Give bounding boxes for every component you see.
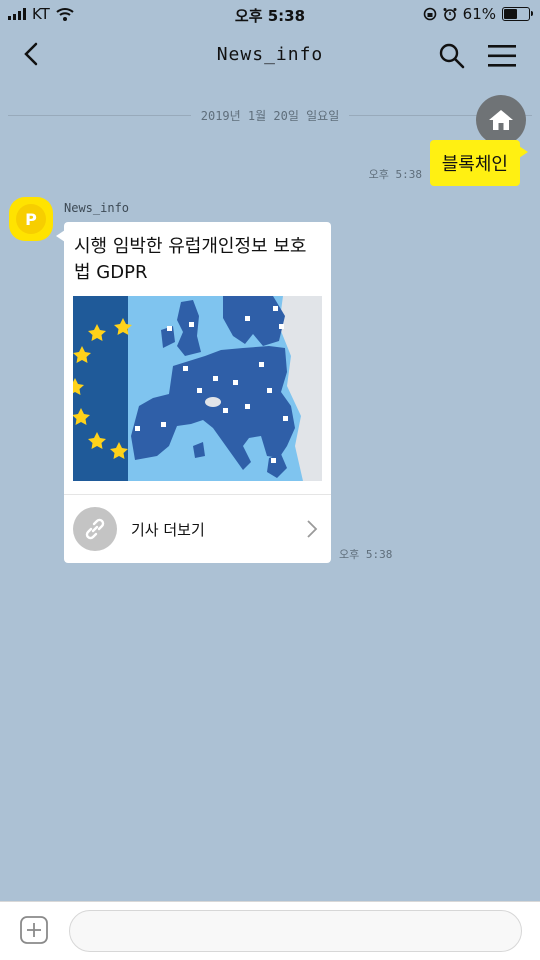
chevron-right-icon: [307, 520, 318, 538]
avatar[interactable]: P: [9, 197, 53, 241]
my-message-time: 오후 5:38: [368, 168, 422, 181]
message-input-bar: [0, 901, 540, 960]
home-icon: [489, 110, 513, 130]
avatar-letter: P: [16, 204, 46, 234]
my-message-bubble[interactable]: 블록체인: [429, 140, 529, 186]
read-more-label: 기사 더보기: [131, 521, 205, 539]
date-divider: 2019년 1월 20일 일요일: [8, 105, 532, 125]
alarm-icon: [443, 8, 457, 21]
message-input[interactable]: [69, 910, 522, 952]
link-icon: [73, 507, 117, 551]
eu-map-image[interactable]: [73, 296, 322, 481]
news-card-title: 시행 임박한 유럽개인정보 보호법 GDPR: [74, 236, 307, 283]
read-more-link[interactable]: 기사 더보기: [64, 495, 331, 563]
chat-header: News_info: [0, 28, 540, 84]
news-card[interactable]: 시행 임박한 유럽개인정보 보호법 GDPR 기사 더보기: [56, 222, 331, 563]
add-attachment-icon[interactable]: [20, 916, 48, 944]
status-bar: KT 오후 5:38 61%: [0, 0, 540, 28]
search-icon[interactable]: [438, 42, 466, 70]
sender-name: News_info: [64, 201, 130, 215]
battery-percent: 61%: [462, 5, 496, 23]
battery-icon: [502, 7, 533, 21]
eu-map-illustration: [73, 296, 322, 481]
menu-icon[interactable]: [488, 44, 516, 68]
date-label: 2019년 1월 20일 일요일: [200, 108, 340, 123]
rotation-lock-icon: [423, 7, 436, 21]
home-button[interactable]: [476, 95, 526, 145]
news-card-time: 오후 5:38: [339, 548, 393, 561]
